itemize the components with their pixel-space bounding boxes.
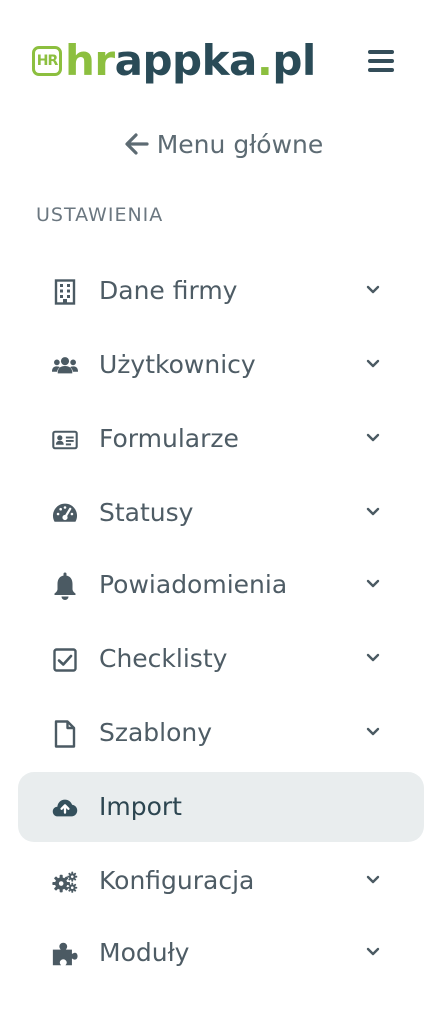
- logo-pl: pl: [272, 36, 316, 85]
- menu-item-label: Dane firmy: [99, 276, 238, 305]
- menu-item-label: Konfiguracja: [99, 866, 255, 895]
- cloud-upload-icon: [52, 795, 78, 821]
- check-square-icon: [52, 647, 78, 673]
- menu-item-checklisty[interactable]: Checklisty: [18, 624, 424, 694]
- chevron-down-icon: [366, 875, 380, 884]
- arrow-left-icon: [125, 133, 149, 155]
- menu-item-label: Formularze: [99, 424, 239, 453]
- logo-wordmark: hrappka.pl: [65, 36, 316, 86]
- chevron-down-icon: [366, 947, 380, 956]
- chevron-down-icon: [366, 507, 380, 516]
- chevron-down-icon: [366, 653, 380, 662]
- menu-item-import[interactable]: Import: [18, 772, 424, 842]
- id-card-icon: [52, 427, 78, 453]
- puzzle-icon: [52, 941, 78, 967]
- menu-item-formularze[interactable]: Formularze: [18, 404, 424, 474]
- menu-item-label: Powiadomienia: [99, 570, 288, 599]
- bell-icon: [52, 572, 78, 600]
- chevron-down-icon: [366, 433, 380, 442]
- menu-item-label: Statusy: [99, 498, 194, 527]
- menu-item-moduly[interactable]: Moduły: [18, 918, 424, 988]
- app-logo[interactable]: HR hrappka.pl: [32, 36, 316, 86]
- logo-main: appka: [114, 36, 258, 85]
- menu-item-dane-firmy[interactable]: Dane firmy: [18, 256, 424, 326]
- menu-item-statusy[interactable]: Statusy: [18, 478, 424, 548]
- cogs-icon: [52, 869, 78, 895]
- menu-item-uzytkownicy[interactable]: Użytkownicy: [18, 330, 424, 400]
- logo-dot: .: [256, 36, 273, 85]
- menu-item-label: Moduły: [99, 938, 190, 967]
- building-icon: [52, 279, 78, 305]
- section-heading: USTAWIENIA: [36, 204, 164, 226]
- sidebar-header: HR hrappka.pl: [0, 0, 448, 120]
- chevron-down-icon: [366, 579, 380, 588]
- hamburger-icon[interactable]: [368, 50, 394, 72]
- logo-hr: hr: [65, 36, 115, 85]
- users-icon: [52, 353, 78, 379]
- gauge-icon: [52, 501, 78, 527]
- menu-item-powiadomienia[interactable]: Powiadomienia: [18, 550, 424, 620]
- menu-item-szablony[interactable]: Szablony: [18, 698, 424, 768]
- menu-item-label: Użytkownicy: [99, 350, 256, 379]
- back-to-main-menu-link[interactable]: Menu główne: [0, 124, 448, 164]
- menu-item-label: Checklisty: [99, 644, 228, 673]
- back-link-label: Menu główne: [156, 129, 324, 159]
- menu-item-label: Szablony: [99, 718, 213, 747]
- chevron-down-icon: [366, 285, 380, 294]
- chevron-down-icon: [366, 727, 380, 736]
- menu-item-label: Import: [99, 792, 182, 821]
- sidebar-panel: HR hrappka.pl Menu główne USTAWIENIA Dan…: [0, 0, 448, 1012]
- file-icon: [52, 720, 78, 748]
- chevron-down-icon: [366, 359, 380, 368]
- menu-item-konfiguracja[interactable]: Konfiguracja: [18, 846, 424, 916]
- logo-badge: HR: [32, 46, 62, 76]
